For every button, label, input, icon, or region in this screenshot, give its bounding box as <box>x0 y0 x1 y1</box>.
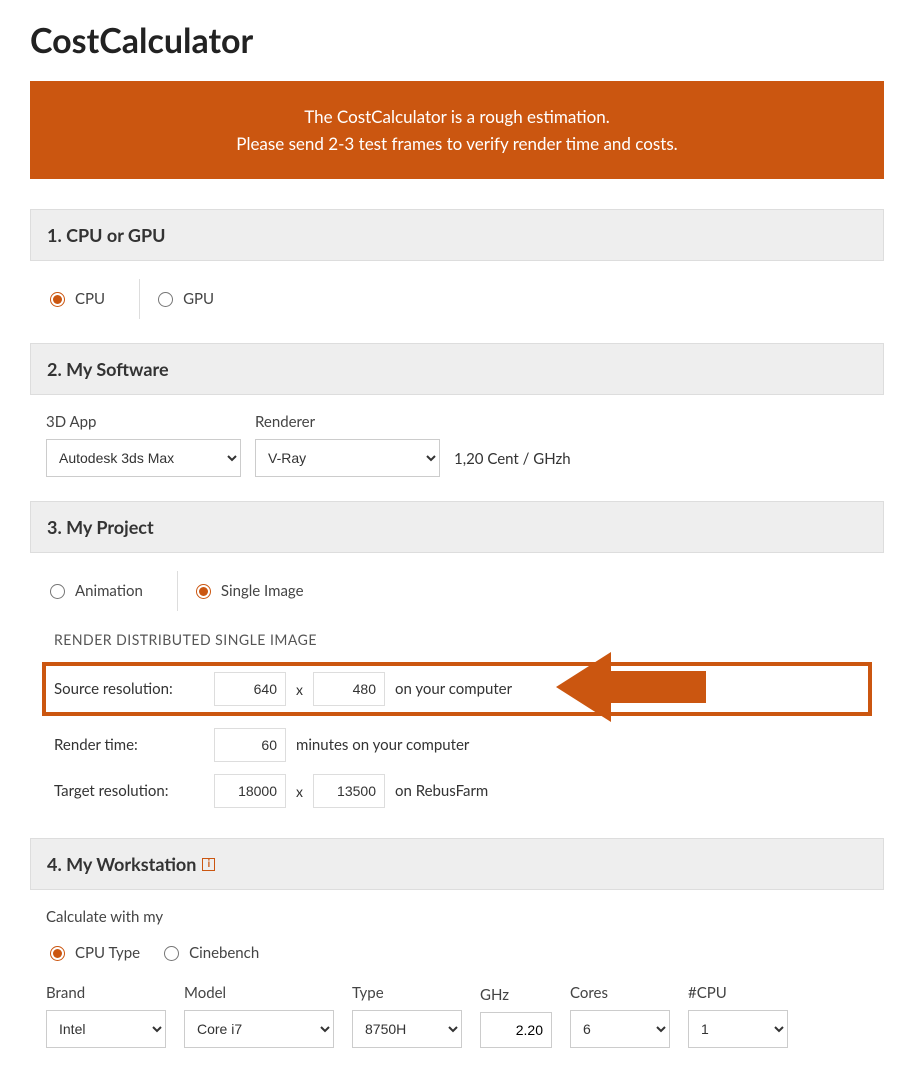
type-select[interactable]: 8750H <box>352 1010 462 1048</box>
source-resolution-highlight: Source resolution: x on your computer <box>42 662 872 716</box>
radio-gpu-input[interactable] <box>158 292 173 307</box>
divider <box>139 279 140 319</box>
3d-app-label: 3D App <box>46 413 241 431</box>
target-height-input[interactable] <box>313 774 385 808</box>
target-resolution-label: Target resolution: <box>54 782 204 800</box>
page-title: CostCalculator <box>30 20 884 61</box>
source-suffix: on your computer <box>395 680 512 698</box>
info-banner: The CostCalculator is a rough estimation… <box>30 81 884 179</box>
radio-cpu-type-label: CPU Type <box>75 944 140 962</box>
radio-cinebench-input[interactable] <box>164 946 179 961</box>
info-icon[interactable]: i <box>202 858 215 871</box>
callout-arrow-icon <box>556 647 706 731</box>
cores-select[interactable]: 6 <box>570 1010 670 1048</box>
radio-cpu[interactable]: CPU <box>46 284 125 314</box>
model-label: Model <box>184 984 334 1002</box>
radio-single-image-input[interactable] <box>196 584 211 599</box>
source-resolution-label: Source resolution: <box>54 680 204 698</box>
ncpu-label: #CPU <box>688 984 788 1002</box>
render-distributed-heading: RENDER DISTRIBUTED SINGLE IMAGE <box>46 631 868 648</box>
radio-animation[interactable]: Animation <box>46 576 163 606</box>
radio-animation-input[interactable] <box>50 584 65 599</box>
radio-cinebench-label: Cinebench <box>189 944 259 962</box>
price-text: 1,20 Cent / GHzh <box>454 450 571 477</box>
resolution-separator: x <box>296 783 303 800</box>
section-3-header: 3. My Project <box>30 501 884 553</box>
render-time-suffix: minutes on your computer <box>296 736 469 754</box>
section-1-header: 1. CPU or GPU <box>30 209 884 261</box>
section-2-header: 2. My Software <box>30 343 884 395</box>
ghz-label: GHz <box>480 986 552 1004</box>
renderer-label: Renderer <box>255 413 440 431</box>
divider <box>177 571 178 611</box>
render-time-input[interactable] <box>214 728 286 762</box>
radio-gpu[interactable]: GPU <box>154 284 234 314</box>
calculate-with-label: Calculate with my <box>46 908 868 926</box>
radio-cinebench[interactable]: Cinebench <box>160 938 279 968</box>
radio-single-image[interactable]: Single Image <box>192 576 324 606</box>
render-time-label: Render time: <box>54 736 204 754</box>
radio-cpu-type-input[interactable] <box>50 946 65 961</box>
cores-label: Cores <box>570 984 670 1002</box>
type-label: Type <box>352 984 462 1002</box>
source-height-input[interactable] <box>313 672 385 706</box>
resolution-separator: x <box>296 681 303 698</box>
radio-gpu-label: GPU <box>183 290 214 308</box>
banner-line-2: Please send 2-3 test frames to verify re… <box>50 130 864 157</box>
radio-cpu-type[interactable]: CPU Type <box>46 938 160 968</box>
radio-single-image-label: Single Image <box>221 582 304 600</box>
section-4-header: 4. My Workstation i <box>30 838 884 890</box>
renderer-select[interactable]: V-Ray <box>255 439 440 477</box>
section-4-title: 4. My Workstation <box>47 853 196 875</box>
target-suffix: on RebusFarm <box>395 782 488 800</box>
brand-select[interactable]: Intel <box>46 1010 166 1048</box>
model-select[interactable]: Core i7 <box>184 1010 334 1048</box>
radio-cpu-label: CPU <box>75 290 105 308</box>
ghz-input[interactable] <box>480 1012 552 1048</box>
banner-line-1: The CostCalculator is a rough estimation… <box>50 103 864 130</box>
3d-app-select[interactable]: Autodesk 3ds Max <box>46 439 241 477</box>
source-width-input[interactable] <box>214 672 286 706</box>
ncpu-select[interactable]: 1 <box>688 1010 788 1048</box>
brand-label: Brand <box>46 984 166 1002</box>
radio-cpu-input[interactable] <box>50 292 65 307</box>
radio-animation-label: Animation <box>75 582 143 600</box>
target-width-input[interactable] <box>214 774 286 808</box>
